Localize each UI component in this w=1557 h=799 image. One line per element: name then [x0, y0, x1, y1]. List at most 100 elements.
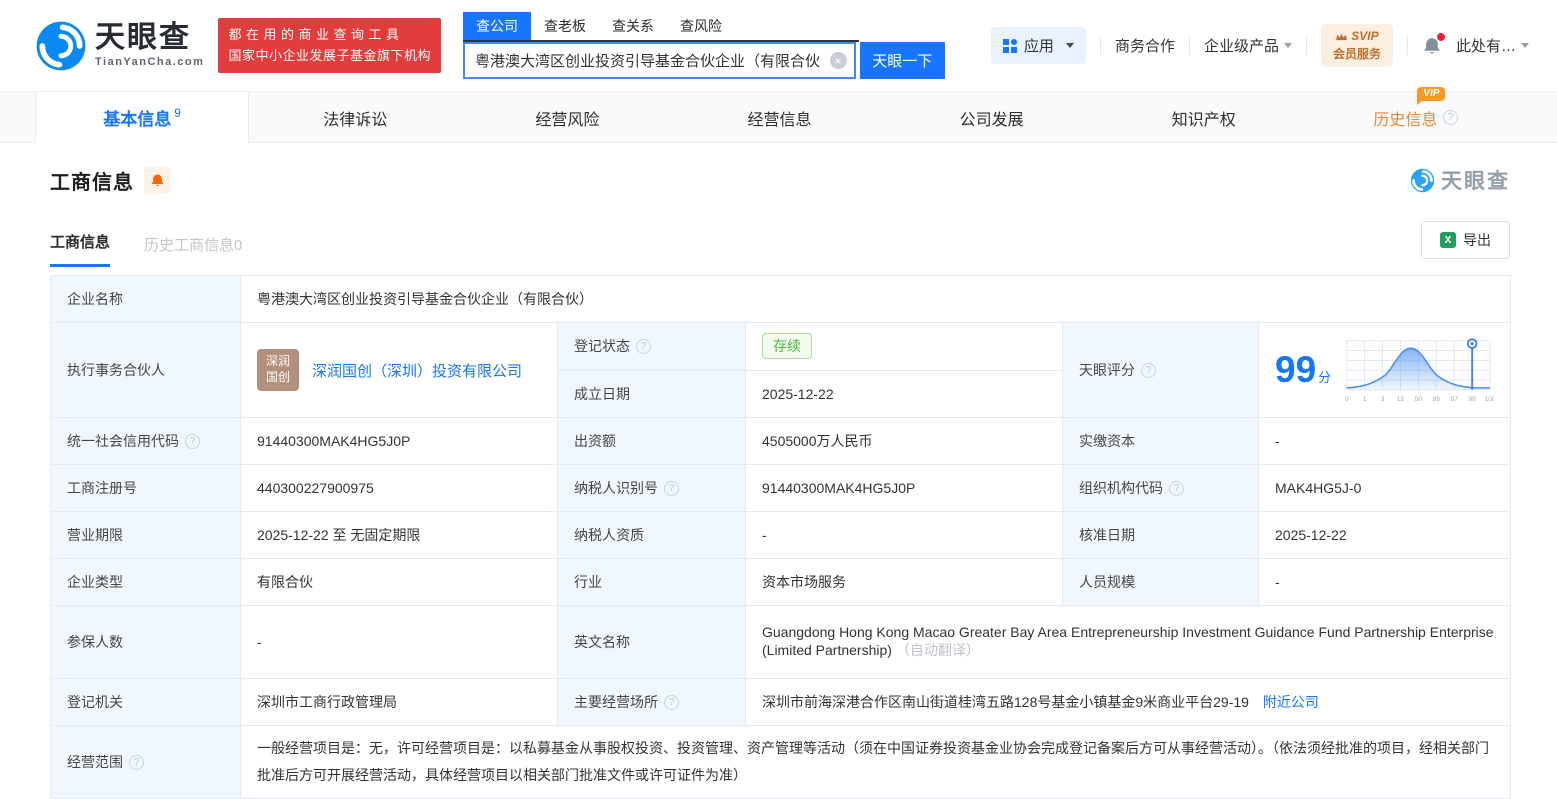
brand-domain: TianYanCha.com [95, 56, 204, 68]
svg-text:15: 15 [1397, 396, 1405, 403]
question-icon[interactable] [1141, 363, 1156, 378]
divider [1306, 37, 1307, 55]
tab-intellectual-property[interactable]: 知识产权 [1098, 92, 1310, 143]
question-icon[interactable] [129, 755, 144, 770]
search-row: 天眼一下 [463, 42, 945, 79]
question-icon[interactable] [636, 339, 651, 354]
label-company-name: 企业名称 [51, 276, 241, 323]
value-industry: 资本市场服务 [746, 559, 1063, 606]
business-cooperation-link[interactable]: 商务合作 [1115, 35, 1175, 56]
label-business-term: 营业期限 [51, 512, 241, 559]
value-business-term: 2025-12-22 至 无固定期限 [241, 512, 558, 559]
question-icon[interactable] [1169, 481, 1184, 496]
value-company-name: 粤港澳大湾区创业投资引导基金合伙企业（有限合伙） [241, 276, 1511, 323]
tab-legal-proceedings[interactable]: 法律诉讼 [249, 92, 461, 143]
vip-badge: VIP [1417, 87, 1445, 101]
search-tab-risk[interactable]: 查风险 [667, 12, 735, 40]
english-name-text: Guangdong Hong Kong Macao Greater Bay Ar… [762, 624, 1494, 658]
search-button[interactable]: 天眼一下 [860, 42, 945, 79]
partner-company-link[interactable]: 深润国创（深圳）投资有限公司 [312, 360, 522, 381]
caret-down-icon [1066, 43, 1074, 48]
score-value: 99 [1275, 349, 1316, 390]
score-unit: 分 [1318, 370, 1331, 385]
label-reg-number: 工商注册号 [51, 465, 241, 512]
search-box [463, 42, 856, 79]
monitor-bell-button[interactable] [144, 167, 171, 194]
slogan-line1: 都在用的商业查询工具 [228, 25, 431, 45]
clear-search-icon[interactable] [830, 52, 847, 69]
apps-menu-button[interactable]: 应用 [991, 27, 1086, 64]
section-header: 工商信息 天眼查 [50, 165, 1510, 195]
export-button[interactable]: 导出 [1421, 221, 1510, 259]
watermark-brand: 天眼查 [1441, 165, 1510, 195]
label-org-code: 组织机构代码 [1063, 465, 1259, 512]
question-icon[interactable] [1443, 110, 1458, 125]
status-badge: 存续 [762, 333, 812, 359]
tab-operating-info[interactable]: 经营信息 [673, 92, 885, 143]
excel-icon [1440, 232, 1456, 248]
search-tab-company[interactable]: 查公司 [463, 12, 531, 40]
partner-logo-line2: 国创 [266, 370, 290, 386]
label-english-name: 英文名称 [558, 606, 746, 679]
question-icon[interactable] [185, 434, 200, 449]
slogan-line2: 国家中小企业发展子基金旗下机构 [228, 46, 431, 66]
nearby-companies-link[interactable]: 附近公司 [1263, 694, 1319, 710]
username: 此处有… [1456, 35, 1516, 56]
tab-history-info[interactable]: VIP 历史信息 [1310, 92, 1522, 143]
label-industry: 行业 [558, 559, 746, 606]
value-capital: 4505000万人民币 [746, 418, 1063, 465]
svip-member-button[interactable]: SVIP 会员服务 [1321, 24, 1393, 67]
value-taxpayer-id: 91440300MAK4HG5J0P [746, 465, 1063, 512]
crown-icon [1335, 31, 1348, 42]
value-insured-count: - [241, 606, 558, 679]
value-business-scope: 一般经营项目是：无，许可经营项目是：以私募基金从事股权投资、投资管理、资产管理等… [241, 726, 1511, 799]
label-reg-authority: 登记机关 [51, 679, 241, 726]
apps-grid-icon [1003, 39, 1017, 53]
label-reg-status: 登记状态 [558, 323, 746, 371]
label-insured-count: 参保人数 [51, 606, 241, 679]
divider [1100, 37, 1101, 55]
svg-text:50: 50 [1415, 396, 1423, 403]
tab-operating-risk[interactable]: 经营风险 [461, 92, 673, 143]
search-input[interactable] [463, 42, 856, 79]
subtab-business-info[interactable]: 工商信息 [50, 231, 110, 267]
label-managing-partner: 执行事务合伙人 [51, 323, 241, 418]
value-english-name: Guangdong Hong Kong Macao Greater Bay Ar… [746, 606, 1511, 679]
user-menu[interactable]: 此处有… [1456, 35, 1529, 56]
watermark-logo: 天眼查 [1410, 165, 1510, 195]
value-approval-date: 2025-12-22 [1259, 512, 1511, 559]
search-tabs: 查公司 查老板 查关系 查风险 [463, 12, 859, 42]
search-tab-relation[interactable]: 查关系 [599, 12, 667, 40]
caret-down-icon [1521, 43, 1529, 48]
svip-service-label: 会员服务 [1333, 46, 1381, 63]
value-company-type: 有限合伙 [241, 559, 558, 606]
apps-label: 应用 [1024, 35, 1054, 56]
value-taxpayer-quality: - [746, 512, 1063, 559]
logo-swirl-icon [35, 20, 87, 72]
value-tyc-score: 99分 [1259, 323, 1511, 418]
label-approval-date: 核准日期 [1063, 512, 1259, 559]
enterprise-product-menu[interactable]: 企业级产品 [1204, 35, 1292, 56]
tab-company-development[interactable]: 公司发展 [886, 92, 1098, 143]
search-tab-boss[interactable]: 查老板 [531, 12, 599, 40]
question-icon[interactable] [664, 481, 679, 496]
bell-icon [150, 173, 165, 188]
top-nav: 应用 商务合作 企业级产品 SVIP 会员服务 [991, 24, 1529, 67]
score-number: 99分 [1275, 349, 1331, 391]
label-company-type: 企业类型 [51, 559, 241, 606]
subtab-history-business-info[interactable]: 历史工商信息0 [144, 234, 242, 267]
value-reg-authority: 深圳市工商行政管理局 [241, 679, 558, 726]
question-icon[interactable] [664, 695, 679, 710]
svg-text:85: 85 [1433, 396, 1441, 403]
value-managing-partner: 深润 国创 深润国创（深圳）投资有限公司 [241, 323, 558, 418]
label-taxpayer-id: 纳税人识别号 [558, 465, 746, 512]
notifications-button[interactable] [1422, 36, 1442, 56]
partner-logo-line1: 深润 [266, 354, 290, 370]
brand-name: 天眼查 [95, 23, 204, 53]
divider [1407, 37, 1408, 55]
partner-logo: 深润 国创 [257, 349, 299, 391]
tab-basic-info[interactable]: 基本信息 9 [35, 92, 249, 143]
tianyancha-logo[interactable]: 天眼查 TianYanCha.com [35, 20, 204, 72]
enterprise-product-label: 企业级产品 [1204, 35, 1279, 56]
value-establish-date: 2025-12-22 [746, 370, 1063, 418]
